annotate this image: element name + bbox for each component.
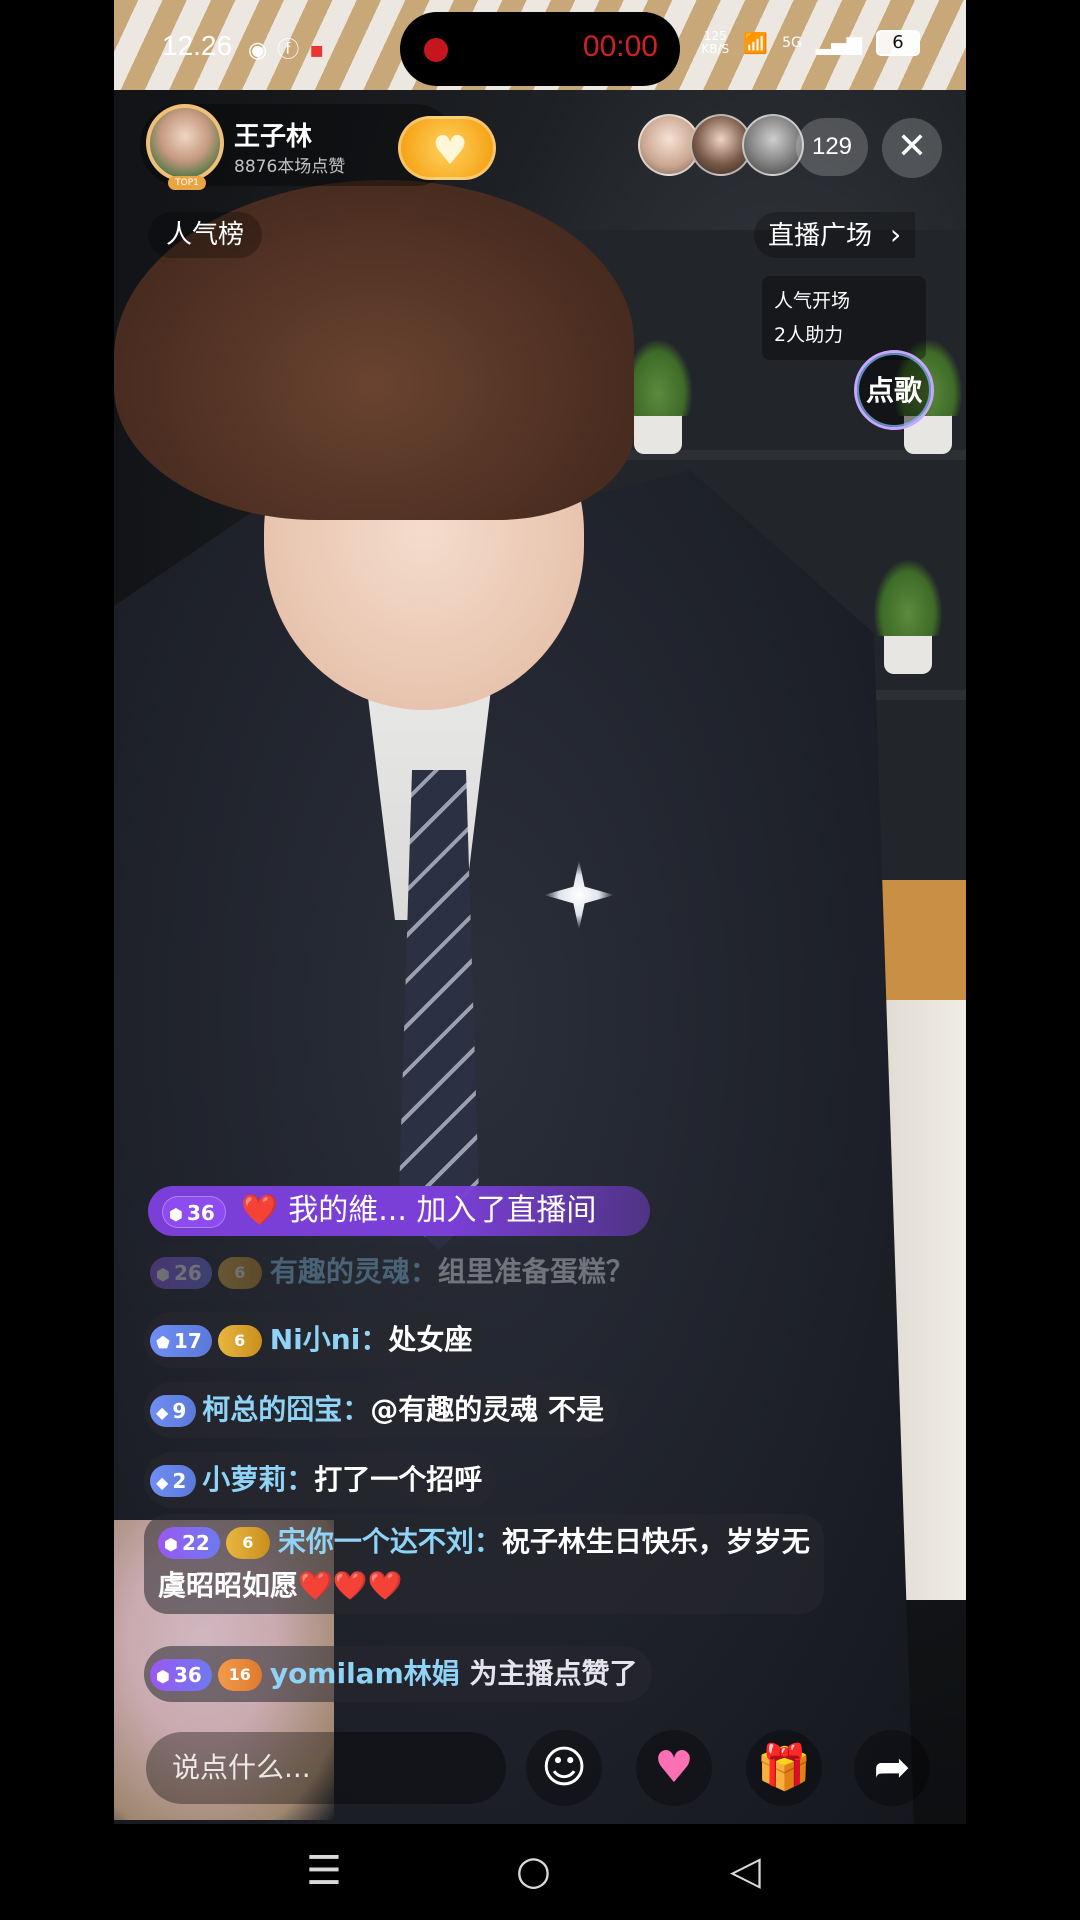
wifi-icon: 📶 xyxy=(743,31,769,55)
signal-icon: ▂▄▆ xyxy=(815,31,862,55)
viewer-avatar[interactable] xyxy=(742,114,804,176)
top-viewers[interactable] xyxy=(638,114,804,184)
notification-icon: ▪ xyxy=(309,38,335,63)
status-left-icons: ◉ⓕ▪ xyxy=(248,32,334,64)
chat-username[interactable]: Ni小ni： xyxy=(270,1323,389,1356)
chat-message: ⬢ 22 6 宋你一个达不刘：祝子林生日快乐，岁岁无虞昭昭如愿❤️❤️❤️ xyxy=(144,1514,824,1614)
fan-badge: 6 xyxy=(217,1325,262,1357)
chevron-right-icon: › xyxy=(890,218,902,251)
gem-icon: ⬢ xyxy=(156,1667,170,1686)
chat-username[interactable]: yomilam林娟 xyxy=(270,1657,460,1690)
level-badge: ⬢ 36 xyxy=(150,1659,212,1691)
host-rank-badge: TOP1 xyxy=(168,176,206,190)
follow-button[interactable]: ♥ xyxy=(398,116,496,180)
popular-start-title: 人气开场 xyxy=(774,290,851,312)
chat-message: ◆ 9 柯总的囧宝：@有趣的灵魂 不是 xyxy=(144,1382,619,1438)
network-type: 5G xyxy=(782,35,802,51)
status-time: 12.26 xyxy=(162,30,233,61)
level-badge: ◆ 9 xyxy=(150,1395,197,1427)
gem-icon: ⬟ xyxy=(156,1333,170,1352)
comment-input[interactable]: 说点什么... xyxy=(146,1732,506,1804)
chat-username[interactable]: 有趣的灵魂： xyxy=(270,1255,438,1288)
popular-start-support: 2人助力 xyxy=(774,324,844,346)
song-request-button[interactable]: 点歌 xyxy=(854,350,934,430)
chat-username[interactable]: 小萝莉： xyxy=(202,1463,314,1496)
viewer-count[interactable]: 129 xyxy=(796,118,868,176)
popular-start-card[interactable]: 人气开场 2人助力 xyxy=(762,276,926,360)
record-dot-icon xyxy=(424,38,448,62)
level-badge: ⬢ 22 xyxy=(158,1527,220,1559)
potted-plant xyxy=(624,340,692,454)
chat-message: ⬢ 26 6 有趣的灵魂：组里准备蛋糕？ xyxy=(144,1244,648,1300)
chat-message: ◆ 2 小萝莉：打了一个招呼 xyxy=(144,1452,497,1508)
chat-text: 处女座 xyxy=(388,1323,473,1356)
chat-text: 为主播点赞了 xyxy=(469,1657,638,1690)
popularity-rank-tag[interactable]: 人气榜 xyxy=(148,212,263,258)
join-notice: ⬢ 36 ❤️ 我的維... 加入了直播间 xyxy=(148,1186,650,1236)
host-avatar[interactable] xyxy=(146,104,224,182)
host-likes: 8876本场点赞 xyxy=(234,157,346,177)
level-badge: ⬟ 17 xyxy=(150,1325,212,1357)
chrome-shield-icon: ◉ xyxy=(248,38,278,63)
menu-icon[interactable]: ☰ xyxy=(306,1846,342,1896)
gift-icon[interactable]: 🎁 xyxy=(746,1730,822,1806)
live-plaza-tag[interactable]: 直播广场 › xyxy=(754,212,916,258)
gem-icon: ⬢ xyxy=(164,1535,178,1554)
gem-icon: ⬢ xyxy=(156,1265,170,1284)
chat-text: 打了一个招呼 xyxy=(314,1463,483,1496)
heart-plus-icon: ♥ xyxy=(432,128,468,174)
status-right-icons: 125 KB/S 📶 5G ▂▄▆ 6 xyxy=(701,30,920,56)
chat-message: ⬟ 17 6 Ni小ni：处女座 xyxy=(144,1312,487,1368)
fan-badge: 16 xyxy=(217,1659,262,1691)
emoji-icon[interactable]: ☺ xyxy=(526,1730,602,1806)
chat-text: @有趣的灵魂 不是 xyxy=(370,1393,605,1426)
gem-icon: ⬢ xyxy=(169,1204,183,1224)
navigation-bar: ☰ ○ ◁ xyxy=(0,1824,1080,1920)
status-bar: 12.26 ◉ⓕ▪ 00:00 125 KB/S 📶 5G ▂▄▆ 6 xyxy=(114,0,966,100)
share-icon[interactable]: ➦ xyxy=(854,1730,930,1806)
like-heart-icon[interactable]: ♥ xyxy=(636,1730,712,1806)
level-badge: ◆ 2 xyxy=(150,1465,197,1497)
level-badge: ⬢ 36 xyxy=(162,1195,226,1228)
live-plaza-label: 直播广场 xyxy=(768,221,873,251)
back-icon[interactable]: ◁ xyxy=(730,1846,761,1896)
chat-username[interactable]: 宋你一个达不刘： xyxy=(278,1525,502,1558)
facebook-icon: ⓕ xyxy=(277,38,310,63)
close-icon[interactable]: ✕ xyxy=(882,118,942,178)
chat-text: 组里准备蛋糕？ xyxy=(437,1255,634,1288)
home-icon[interactable]: ○ xyxy=(516,1846,551,1896)
level-badge: ⬢ 26 xyxy=(150,1257,212,1289)
recording-timer: 00:00 xyxy=(582,30,658,63)
diamond-icon: ◆ xyxy=(156,1403,169,1422)
battery-icon: 6 xyxy=(876,30,920,56)
fan-badge: 6 xyxy=(217,1257,262,1289)
network-speed: 125 KB/S xyxy=(701,29,730,56)
join-text: 我的維... 加入了直播间 xyxy=(288,1193,597,1228)
screen-recording-pill[interactable]: 00:00 xyxy=(400,12,680,86)
heart-emoji: ❤️ xyxy=(241,1193,279,1228)
fan-badge: 6 xyxy=(225,1527,270,1559)
chat-message: ⬢ 36 16 yomilam林娟 为主播点赞了 xyxy=(144,1646,652,1702)
diamond-icon: ◆ xyxy=(156,1473,169,1492)
host-name: 王子林 xyxy=(234,122,313,152)
chat-username[interactable]: 柯总的囧宝： xyxy=(202,1393,370,1426)
potted-plant xyxy=(874,560,942,674)
